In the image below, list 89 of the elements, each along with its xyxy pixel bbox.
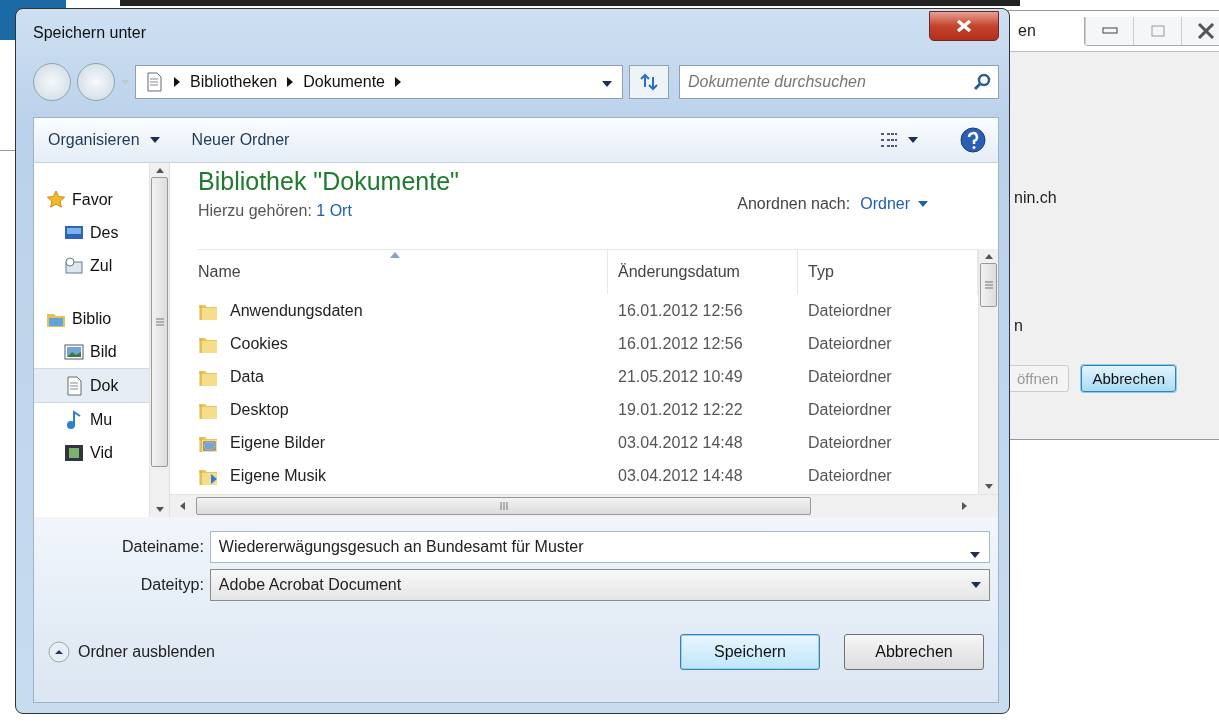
scrollbar-thumb[interactable] [196, 497, 811, 515]
breadcrumb-item[interactable]: Dokumente [303, 73, 385, 91]
refresh-arrows-icon [639, 73, 659, 91]
grip-icon [984, 281, 993, 289]
includes-label: Hierzu gehören: [198, 202, 312, 219]
scrollbar[interactable] [978, 249, 998, 494]
arrange-label: Anordnen nach: [737, 195, 851, 213]
dropdown-icon [602, 81, 612, 87]
date-cell-text: 21.05.2012 10:49 [617, 367, 744, 386]
grip-icon [155, 318, 164, 326]
window-text: nin.ch [1014, 189, 1058, 207]
nav-item[interactable]: Des [34, 216, 149, 249]
file-name-cell[interactable]: Cookies [198, 333, 608, 354]
document-icon [64, 375, 84, 396]
details-view-icon [880, 132, 898, 148]
picture-icon [64, 341, 84, 362]
type-cell-text: Dateiordner [807, 433, 893, 452]
chevron-icon [287, 77, 294, 87]
document-icon [144, 72, 164, 92]
dropdown-icon [970, 552, 980, 558]
caret-icon [918, 201, 928, 207]
file-name-cell[interactable]: Anwendungsdaten [198, 300, 608, 321]
close-button[interactable] [929, 11, 999, 41]
field-label: Dateiname: [121, 538, 204, 556]
chevron-icon [395, 77, 401, 87]
nav-item[interactable]: Mu [34, 403, 149, 436]
dialog-button[interactable]: Speichern [680, 633, 820, 670]
scroll-right-arrow-icon[interactable] [962, 502, 968, 510]
recent-places-icon [64, 255, 84, 276]
menu-button[interactable]: Organisieren [46, 127, 162, 153]
type-cell-text: Dateiordner [807, 334, 893, 353]
address-bar[interactable]: Bibliotheken Dokumente [135, 65, 623, 99]
film-icon [64, 442, 84, 463]
filename-field[interactable]: Wiedererwägungsgesuch an Bundesamt für Muster [209, 531, 990, 563]
minimize-icon [1101, 26, 1118, 35]
locations-link[interactable]: 1 Ort [316, 202, 352, 219]
window-text: n [1014, 317, 1024, 335]
date-cell-text: 16.01.2012 12:56 [617, 334, 744, 353]
dialog-title: Speichern unter [33, 24, 146, 42]
close-icon [955, 19, 973, 33]
type-cell-text: Dateiordner [807, 367, 893, 386]
column-header[interactable]: Änderungsdatum [608, 250, 798, 294]
scrollbar-thumb[interactable] [151, 177, 168, 467]
dialog-button[interactable]: Abbrechen [844, 633, 984, 670]
hide-folders-button[interactable]: Ordner ausblenden [48, 640, 215, 663]
refresh-button[interactable] [629, 65, 669, 99]
file-name-cell[interactable]: Eigene Bilder [198, 432, 608, 453]
search-field[interactable]: Dokumente durchsuchen [679, 65, 999, 99]
nav-item[interactable]: Bild [34, 335, 149, 368]
nav-item[interactable]: Zul [34, 249, 149, 282]
horizontal-scrollbar[interactable] [170, 494, 998, 517]
star-icon [46, 189, 66, 210]
type-cell-text: Dateiordner [807, 301, 893, 320]
sort-arrow-icon [390, 252, 400, 258]
collapse-icon [48, 640, 70, 663]
minimize-button[interactable] [1085, 16, 1133, 45]
nav-item[interactable]: Vid [34, 436, 149, 469]
chevron-icon [174, 77, 180, 87]
arrange-dropdown[interactable]: Ordner [860, 195, 928, 213]
close-icon [1196, 22, 1215, 39]
maximize-icon [1149, 23, 1166, 38]
field-label: Dateityp: [139, 576, 204, 594]
caret-icon [908, 137, 918, 143]
date-cell-text: 03.04.2012 14:48 [617, 433, 744, 452]
filetype-dropdown[interactable]: Adobe Acrobat Document [209, 569, 990, 601]
file-name-cell[interactable]: Desktop [198, 399, 608, 420]
toolbar-button[interactable]: Neuer Ordner [189, 127, 292, 153]
file-name-cell[interactable]: Data [198, 366, 608, 387]
library-title: Bibliothek "Dokumente" [198, 167, 459, 196]
window-title: en [1018, 22, 1036, 40]
date-cell-text: 16.01.2012 12:56 [617, 301, 744, 320]
type-cell-text: Dateiordner [807, 466, 893, 485]
breadcrumb-item[interactable]: Bibliotheken [190, 73, 278, 91]
caret-icon [149, 137, 160, 143]
help-icon[interactable] [960, 127, 986, 153]
nav-item[interactable]: Dok [34, 368, 149, 403]
date-cell-text: 19.01.2012 12:22 [617, 400, 744, 419]
file-name-cell[interactable]: Eigene Musik [198, 465, 608, 486]
nav-item[interactable]: Biblio [34, 302, 149, 335]
dropdown-icon [971, 582, 981, 588]
dialog-button[interactable]: Abbrechen [1081, 365, 1176, 392]
grip-icon [498, 502, 509, 510]
scrollbar[interactable] [149, 163, 169, 517]
type-cell-text: Dateiordner [807, 400, 893, 419]
search-icon [973, 73, 991, 91]
scrollbar-thumb[interactable] [980, 263, 997, 307]
nav-item[interactable]: Favor [34, 183, 149, 216]
date-cell-text: 03.04.2012 14:48 [617, 466, 744, 485]
scroll-left-arrow-icon[interactable] [180, 502, 186, 510]
